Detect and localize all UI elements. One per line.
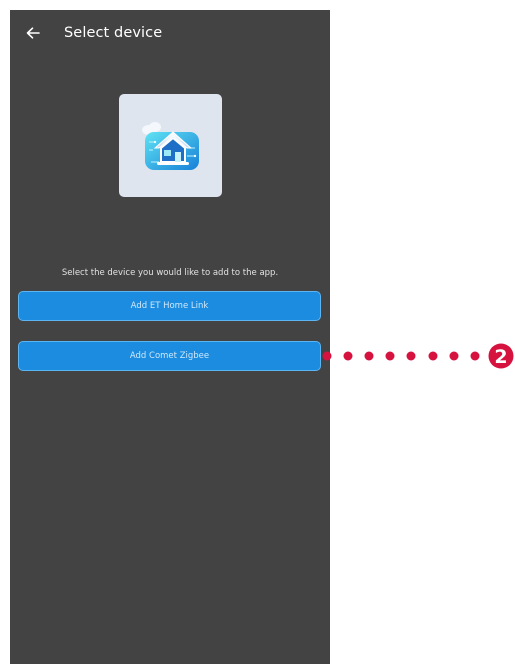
callout-dot bbox=[343, 351, 353, 361]
instruction-text: Select the device you would like to add … bbox=[61, 268, 279, 278]
back-button[interactable] bbox=[23, 23, 43, 43]
phone-screen: Select device Select the device you woul… bbox=[10, 10, 330, 664]
callout-dots bbox=[322, 351, 480, 361]
callout-dot bbox=[470, 351, 480, 361]
page: Select device Select the device you woul… bbox=[0, 0, 515, 664]
callout-dot bbox=[385, 351, 395, 361]
top-bar: Select device bbox=[10, 10, 330, 56]
step-number: 2 bbox=[494, 346, 507, 368]
add-comet-zigbee-button[interactable]: Add Comet Zigbee bbox=[18, 341, 321, 371]
add-home-link-label: Add ET Home Link bbox=[130, 301, 209, 311]
callout-dot bbox=[364, 351, 374, 361]
arrow-left-icon bbox=[26, 27, 40, 39]
add-comet-zigbee-label: Add Comet Zigbee bbox=[129, 351, 210, 361]
step-badge-circle bbox=[488, 343, 514, 369]
callout-dot bbox=[428, 351, 438, 361]
device-image-card bbox=[119, 94, 222, 197]
add-home-link-button[interactable]: Add ET Home Link bbox=[18, 291, 321, 321]
callout-dot bbox=[406, 351, 416, 361]
page-title: Select device bbox=[64, 25, 163, 41]
callout-dot bbox=[449, 351, 459, 361]
smart-home-icon bbox=[141, 121, 199, 170]
